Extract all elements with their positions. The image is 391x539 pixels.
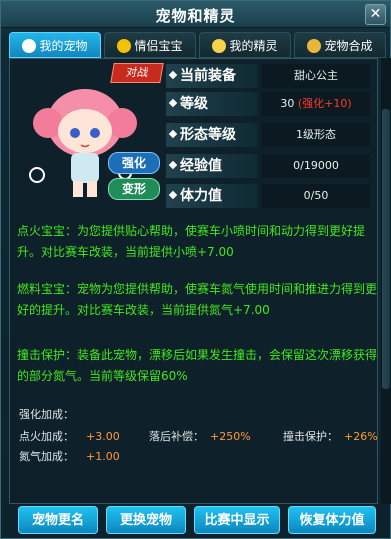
desc-fuel: 燃料宝宝：宠物为您提供帮助，使赛车氮气使用时间和推进力得到更好的提升。对比赛车改… (17, 282, 378, 317)
close-button[interactable]: ✕ (365, 4, 386, 25)
stat-value: 甜心公主 (262, 64, 370, 88)
level-strengthen: (强化+10) (297, 97, 352, 110)
bonus-ignite: 点火加成： +3.00 (19, 428, 120, 444)
pet-window: 宠物和精灵 ✕ 我的宠物 情侣宝宝 我的精灵 宠物合成 对战 强化 变形 当前装… (0, 0, 391, 539)
tab-label: 我的精灵 (229, 39, 278, 53)
bonus-collide: 撞击保护： +26% (283, 428, 378, 444)
transform-button[interactable]: 变形 (108, 178, 160, 200)
bonus-label: 落后补偿： (149, 430, 204, 443)
title-bar: 宠物和精灵 ✕ (1, 1, 390, 28)
tab-label: 我的宠物 (39, 39, 88, 53)
tab-label: 宠物合成 (324, 39, 373, 53)
tab-label: 情侣宝宝 (134, 39, 183, 53)
stat-exp: 经验值 0/19000 (166, 154, 372, 178)
bonus-nitro: 氮气加成： +1.00 (19, 448, 120, 464)
strengthen-label: 强化 (121, 156, 146, 170)
tab-my-pet[interactable]: 我的宠物 (9, 32, 101, 58)
bonus-fallback: 落后补偿： +250% (149, 428, 251, 444)
desc-ignite: 点火宝宝：为您提供贴心帮助，使赛车小喷时间和动力得到更好提升。对比赛车改装，当前… (17, 224, 366, 259)
stat-value: 0/50 (262, 184, 370, 208)
transform-label: 变形 (121, 182, 146, 196)
stat-value: 1级形态 (262, 123, 370, 147)
bonus-label: 点火加成： (19, 430, 74, 443)
strengthen-button[interactable]: 强化 (108, 152, 160, 174)
stat-label: 当前装备 (166, 64, 258, 88)
bonus-value: +250% (210, 430, 251, 443)
pvp-badge[interactable]: 对战 (110, 63, 164, 83)
swap-pet-button[interactable]: 更换宠物 (106, 506, 186, 534)
tab-pet-compose[interactable]: 宠物合成 (294, 32, 386, 58)
bonus-title: 强化加成： (19, 408, 74, 421)
tab-bar: 我的宠物 情侣宝宝 我的精灵 宠物合成 (9, 32, 386, 58)
paw-icon (22, 39, 37, 53)
stat-value: 0/19000 (262, 154, 370, 178)
bonus-label: 氮气加成： (19, 450, 74, 463)
stat-level: 等级 30 (强化+10) (166, 92, 372, 116)
show-in-race-button[interactable]: 比赛中显示 (194, 506, 280, 534)
desc-collision: 撞击保护：装备此宠物，漂移后如果发生撞击，会保留这次漂移获得的部分氮气。当前等级… (17, 348, 378, 383)
stat-label: 形态等级 (166, 123, 258, 147)
restore-stamina-button[interactable]: 恢复体力值 (288, 506, 376, 534)
level-value: 30 (280, 97, 295, 110)
bonus-label: 撞击保护： (283, 430, 338, 443)
rename-pet-button[interactable]: 宠物更名 (18, 506, 98, 534)
stat-equipment: 当前装备 甜心公主 (166, 64, 372, 88)
window-title: 宠物和精灵 (155, 7, 236, 25)
bonus-value: +3.00 (86, 430, 120, 443)
scrollbar-thumb[interactable] (382, 109, 390, 389)
tab-my-sprite[interactable]: 我的精灵 (199, 32, 291, 58)
sprite-icon (212, 39, 227, 53)
bonus-value: +26% (344, 430, 378, 443)
tab-couple-baby[interactable]: 情侣宝宝 (104, 32, 196, 58)
stat-value: 30 (强化+10) (262, 92, 370, 116)
couple-icon (117, 39, 132, 53)
stat-stamina: 体力值 0/50 (166, 184, 372, 208)
stat-label: 经验值 (166, 154, 258, 178)
stat-label: 等级 (166, 92, 258, 116)
compose-icon (307, 39, 322, 53)
bonus-value: +1.00 (86, 450, 120, 463)
stat-label: 体力值 (166, 184, 258, 208)
stat-form-level: 形态等级 1级形态 (166, 123, 372, 147)
